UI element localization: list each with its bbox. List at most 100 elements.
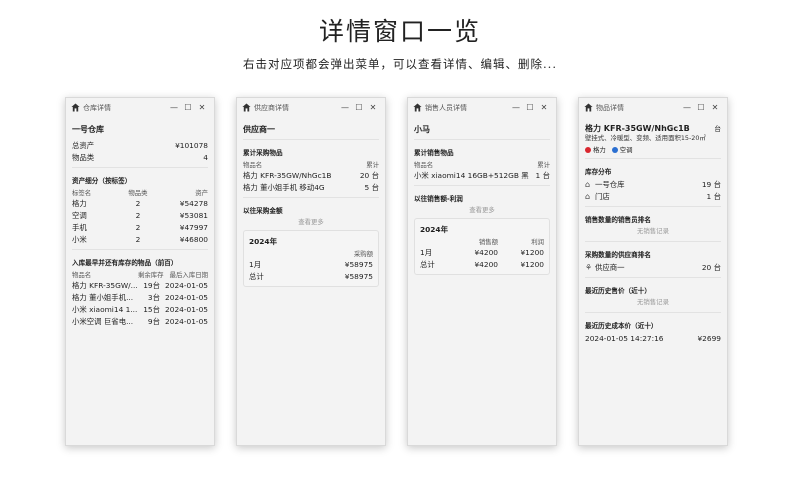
minimize-button[interactable]: — [509,103,523,112]
maximize-button[interactable]: ☐ [181,103,195,112]
total-assets-label: 总资产 [72,140,95,150]
table-row[interactable]: ⌂ 门店 1 台 [585,190,721,202]
location-name: 一号仓库 [595,179,625,189]
page-subtitle: 右击对应项都会弹出菜单，可以查看详情、编辑、删除... [243,57,557,71]
supplier-name: 供应商一 [595,262,625,272]
item-details-window[interactable]: 物品详情 — ☐ ✕ 格力 KFR-35GW/NhGc1B 台 壁挂式、冷暖型、… [578,97,728,446]
year-card: 2024年 采购额 1月 ¥58975 总计 ¥58975 [243,230,379,287]
item-name: 格力 KFR-35GW/NhGc1B [585,123,690,133]
stock-title: 入库最早并还有库存的物品（前百） [72,259,178,267]
maximize-button[interactable]: ☐ [352,103,366,112]
table-row[interactable]: ⚘ 供应商一 20 台 [585,261,721,273]
window-title: 销售人员详情 [425,103,467,112]
window-titlebar[interactable]: 物品详情 — ☐ ✕ [579,98,727,117]
item-name: 小米 xiaomi14 16GB+512GB 黑 [414,170,529,180]
table-row[interactable]: 小米 2 ¥46800 [72,233,208,245]
column-header: 资产 [195,188,208,197]
app-icon [584,103,593,112]
category-count-label: 物品类 [72,152,95,162]
column-header: 累计 [366,160,379,169]
close-button[interactable]: ✕ [537,103,551,112]
category-count-value: 4 [203,152,208,162]
app-icon [242,103,251,112]
column-header: 利润 [531,237,544,246]
window-title: 仓库详情 [83,103,111,112]
window-titlebar[interactable]: 仓库详情 — ☐ ✕ [66,98,214,117]
column-header: 物品类 [128,188,148,197]
profit-value: ¥1200 [520,259,544,269]
stock-date: 2024-01-05 [165,304,208,314]
table-row: 总计 ¥4200 ¥1200 [420,258,544,270]
item-tags: 格力 空调 [585,145,721,154]
warehouse-details-window[interactable]: 仓库详情 — ☐ ✕ 一号仓库 总资产 ¥101078 物品类 4 资产细分（按… [65,97,215,446]
item-name: 格力 KFR-35GW/NhGc1B [243,170,332,180]
category-count: 2 [135,222,141,232]
close-button[interactable]: ✕ [708,103,722,112]
breakdown-title: 资产细分（按标签） [72,177,132,185]
divider [585,241,721,242]
tag-badge[interactable]: 空调 [611,145,633,154]
minimize-button[interactable]: — [167,103,181,112]
supplier-rank-title: 采购数量的供应商排名 [585,251,651,259]
close-button[interactable]: ✕ [195,103,209,112]
table-row[interactable]: 格力 董小姐手机 移动4G 5 台 [243,181,379,193]
location-qty: 1 台 [706,191,721,201]
period-label: 总计 [420,259,435,269]
supplier-details-window[interactable]: 供应商详情 — ☐ ✕ 供应商一 累计采购物品 物品名 累计 格力 KFR-35… [236,97,386,446]
item-description: 壁挂式、冷暖型、变频、适用面积15-20㎡ [585,134,706,142]
salesperson-details-window[interactable]: 销售人员详情 — ☐ ✕ 小马 累计销售物品 物品名 累计 小米 xiaomi1… [407,97,557,446]
table-row[interactable]: 空调 2 ¥53081 [72,209,208,221]
year-card: 2024年 销售额 利润 1月 ¥4200 ¥1200 总计 ¥4200 ¥12… [414,218,550,275]
maximize-button[interactable]: ☐ [523,103,537,112]
item-name: 格力 董小姐手机... [72,292,134,302]
table-row[interactable]: 格力 KFR-35GW/NhGc1B 20 台 [243,169,379,181]
cost-date: 2024-01-05 14:27:16 [585,333,664,343]
total-assets-value: ¥101078 [175,140,208,150]
amount-value: ¥58975 [344,271,373,281]
divider [243,139,379,140]
column-header: 物品名 [414,160,434,169]
window-titlebar[interactable]: 供应商详情 — ☐ ✕ [237,98,385,117]
supplier-name: 供应商一 [243,125,275,134]
page-title: 详情窗口一览 [318,17,481,46]
table-row: 总计 ¥58975 [249,270,373,282]
minimize-button[interactable]: — [338,103,352,112]
sales-rank-title: 销售数量的销售员排名 [585,216,651,224]
item-unit: 台 [714,125,721,133]
table-row[interactable]: 小米空调 巨省电... 9台 2024-01-05 [72,315,208,327]
divider [414,185,550,186]
table-row[interactable]: 小米 xiaomi14 16GB+512GB 黑 1 台 [414,169,550,181]
table-header: 物品名 累计 [243,159,379,169]
purchase-title: 累计采购物品 [243,149,283,157]
table-row[interactable]: 格力 董小姐手机... 3台 2024-01-05 [72,291,208,303]
tag-label: 空调 [619,146,633,154]
divider [585,312,721,313]
stock-date: 2024-01-05 [165,292,208,302]
stock-date: 2024-01-05 [165,316,208,326]
stock-left: 9台 [147,316,160,326]
tag-badge[interactable]: 格力 [585,145,606,154]
divider [585,206,721,207]
view-more-link[interactable]: 查看更多 [243,217,379,228]
sales-title: 累计销售物品 [414,149,454,157]
amount-title: 以往采购金额 [243,207,283,215]
window-title: 供应商详情 [254,103,289,112]
table-row[interactable]: 小米 xiaomi14 1... 15台 2024-01-05 [72,303,208,315]
column-header: 物品名 [72,270,92,279]
table-row[interactable]: 手机 2 ¥47997 [72,221,208,233]
minimize-button[interactable]: — [680,103,694,112]
stock-left: 19台 [143,280,160,290]
close-button[interactable]: ✕ [366,103,380,112]
item-name: 小米 xiaomi14 1... [72,304,138,314]
view-more-link[interactable]: 查看更多 [414,205,550,216]
maximize-button[interactable]: ☐ [694,103,708,112]
table-row[interactable]: 2024-01-05 14:27:16 ¥2699 [585,332,721,344]
window-titlebar[interactable]: 销售人员详情 — ☐ ✕ [408,98,556,117]
tag-name: 小米 [72,234,87,244]
table-row[interactable]: ⌂ 一号仓库 19 台 [585,178,721,190]
recent-cost-title: 最近历史成本价（近十） [585,322,658,330]
table-row[interactable]: 格力 KFR-35GW/... 19台 2024-01-05 [72,279,208,291]
table-row[interactable]: 格力 2 ¥54278 [72,197,208,209]
profit-title: 以往销售额-利润 [414,195,463,203]
tag-dot-icon [611,147,618,153]
